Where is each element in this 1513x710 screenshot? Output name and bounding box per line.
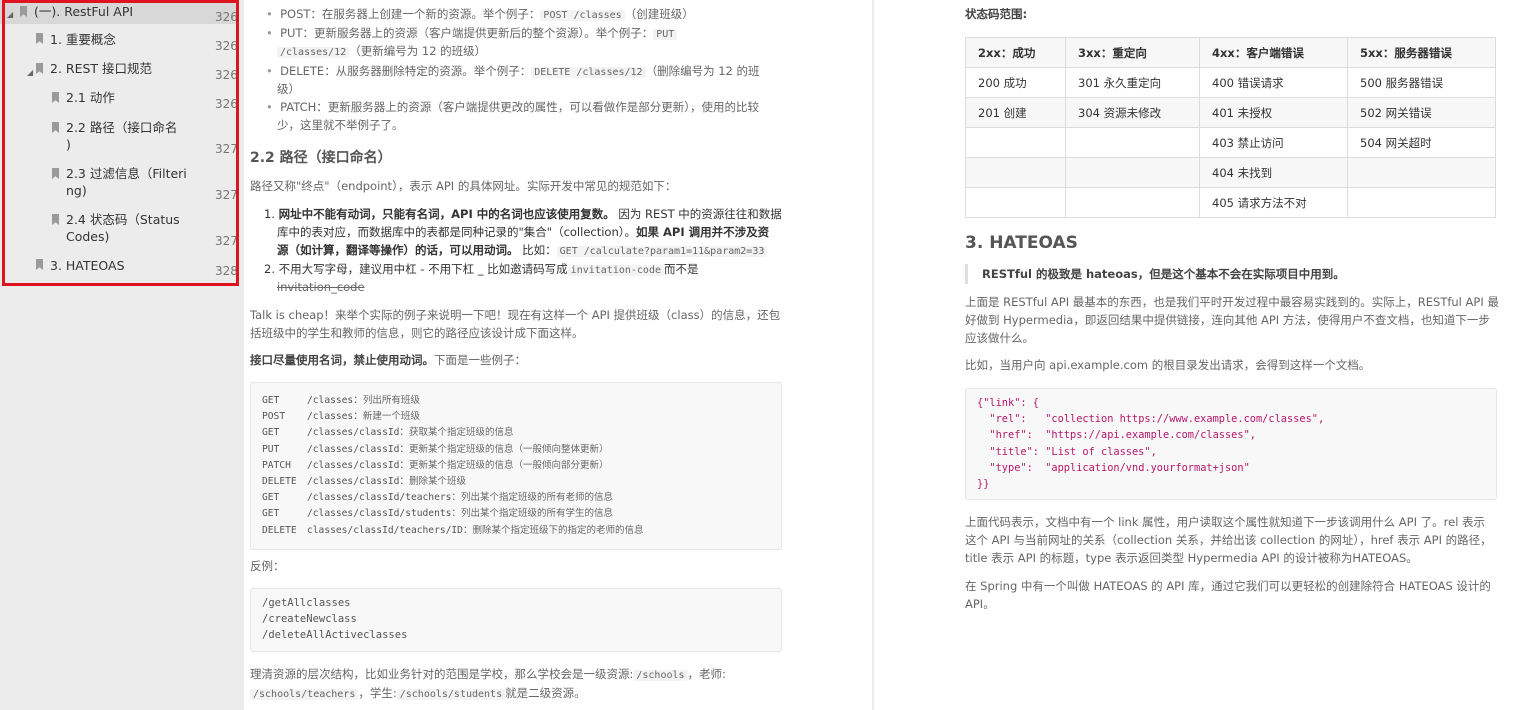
- noun-paragraph: 接口尽量使用名词，禁止使用动词。下面是一些例子：: [250, 353, 526, 367]
- rule-1: 1. 网址中不能有动词，只能有名词，API 中的名词也应该使用复数。 因为 RE…: [264, 207, 782, 221]
- table-header-cell: 4xx：客户端错误: [1199, 37, 1348, 68]
- json-line: "title": "List of classes",: [977, 445, 1157, 458]
- talk-paragraph-cont: 括班级中的学生和教师的信息，则它的路径应该设计成下面这样。: [250, 326, 584, 340]
- table-cell: [965, 127, 1066, 158]
- json-line: }}: [977, 478, 990, 490]
- table-row: 201 创建 304 资源未修改 401 未授权 502 网关错误: [965, 97, 1496, 128]
- table-cell: 301 永久重定向: [1065, 67, 1200, 98]
- bullet-patch-cont: 少，这里就不举例子了。: [277, 118, 404, 132]
- code-line: /getAllclasses: [262, 597, 351, 609]
- table-cell: 502 网关错误: [1347, 97, 1496, 128]
- path-intro: 路径又称"终点"（endpoint），表示 API 的具体网址。实际开发中常见的…: [250, 179, 677, 193]
- table-cell: [1065, 157, 1200, 188]
- table-header-cell: 5xx：服务器错误: [1347, 37, 1496, 68]
- paragraph-4-line2: API。: [965, 597, 995, 611]
- json-line: "type": "application/vnd.yourformat+json…: [977, 461, 1250, 474]
- json-line: {"link": {: [977, 397, 1040, 409]
- code-line: POST/classes：新建一个班级: [262, 411, 420, 423]
- table-cell: 404 未找到: [1199, 157, 1348, 188]
- hierarchy-paragraph: 理清资源的层次结构，比如业务针对的范围是学校，那么学校会是一级资源:/schoo…: [250, 667, 726, 681]
- code-line: /deleteAllActiveclasses: [262, 629, 408, 641]
- table-cell: 504 网关超时: [1347, 127, 1496, 158]
- table-cell: 401 未授权: [1199, 97, 1348, 128]
- rule-1-line3: 源（如计算，翻译等操作）的话，可以用动词。 比如： GET /calculate?…: [277, 241, 768, 261]
- table-header-cell: 3xx：重定向: [1065, 37, 1200, 68]
- bullet-put-cont: /classes/12 （更新编号为 12 的班级）: [277, 42, 486, 62]
- table-cell: 400 错误请求: [1199, 67, 1348, 98]
- table-row: 403 禁止访问 504 网关超时: [965, 127, 1496, 158]
- code-line: GET/classes/classId：获取某个指定班级的信息: [262, 427, 514, 439]
- paragraph-3-line3: title 表示 API 的标题，type 表示返回类型 Hypermedia …: [965, 551, 1418, 565]
- code-block-json[interactable]: {"link": { "rel": "collection https://ww…: [965, 388, 1497, 500]
- paragraph-1-line3: 应该做什么。: [965, 331, 1034, 345]
- table-cell: [1347, 157, 1496, 188]
- bullet-put: • PUT：更新服务器上的资源（客户端提供更新后的整个资源）。举个例子： PUT: [266, 24, 678, 44]
- code-line: PUT/classes/classId：更新某个指定班级的信息（一般倾向整体更新…: [262, 443, 609, 455]
- table-row: 404 未找到: [965, 157, 1496, 188]
- table-header-cell: 2xx：成功: [965, 37, 1066, 68]
- table-cell: 304 资源未修改: [1065, 97, 1200, 128]
- code-block-examples[interactable]: GET/classes：列出所有班级 POST/classes：新建一个班级 GET…: [250, 382, 782, 550]
- paragraph-1-line2: 好做到 Hypermedia，即返回结果中提供链接，连向其他 API 方法，使得…: [965, 313, 1490, 327]
- code-line: GET/classes：列出所有班级: [262, 395, 420, 406]
- quote-text: RESTful 的极致是 hateoas，但是这个基本不会在实际项目中用到。: [982, 267, 1345, 281]
- table-cell: 403 禁止访问: [1199, 127, 1348, 158]
- paragraph-3-line2: 这个 API 与当前网址的关系（collection 关系，并给出该 colle…: [965, 533, 1492, 547]
- counter-label: 反例：: [250, 559, 285, 573]
- table-cell: [965, 187, 1066, 218]
- rule-2: 2. 不用大写字母，建议用中杠 - 不用下杠 _ 比如邀请码写成 invitati…: [264, 262, 699, 276]
- code-line: GET/classes/classId/students：列出某个指定班级的所有…: [262, 508, 614, 520]
- code-line: DELETE/classes/classId：删除某个班级: [262, 476, 467, 487]
- paragraph-1: 上面是 RESTful API 最基本的东西，也是我们平时开发过程中最容易实践到…: [965, 295, 1499, 309]
- status-range-title: 状态码范围:: [965, 7, 1028, 21]
- heading-hateoas: 3. HATEOAS: [965, 233, 1078, 253]
- table-row: 200 成功 301 永久重定向 400 错误请求 500 服务器错误: [965, 67, 1496, 98]
- bullet-delete: • DELETE：从服务器删除特定的资源。举个例子： DELETE /classe…: [266, 64, 760, 78]
- hierarchy-paragraph-cont: /schools/teachers ，学生:/schools/students 就是…: [250, 684, 586, 704]
- document-page-left: • POST：在服务器上创建一个新的资源。举个例子： POST /classes （…: [244, 0, 872, 710]
- talk-paragraph: Talk is cheap！来举个实际的例子来说明一下吧！现在有这样一个 API…: [250, 308, 781, 322]
- table-cell: 500 服务器错误: [1347, 67, 1496, 98]
- table-cell: 405 请求方法不对: [1199, 187, 1348, 218]
- code-block-counter[interactable]: /getAllclasses/createNewclass/deleteAllA…: [250, 588, 782, 652]
- json-line: "rel": "collection https://www.example.c…: [977, 413, 1325, 426]
- bullet-delete-cont: 级）: [277, 82, 300, 96]
- status-code-table: 2xx：成功 3xx：重定向 4xx：客户端错误 5xx：服务器错误 200 成…: [965, 37, 1496, 218]
- table-cell: [1065, 187, 1200, 218]
- table-cell: 200 成功: [965, 67, 1066, 98]
- table-cell: [965, 157, 1066, 188]
- table-cell: [1347, 187, 1496, 218]
- table-cell: [1065, 127, 1200, 158]
- bullet-post: • POST：在服务器上创建一个新的资源。举个例子： POST /classes （…: [266, 7, 694, 21]
- paragraph-4: 在 Spring 中有一个叫做 HATEOAS 的 API 库，通过它我们可以更…: [965, 579, 1491, 593]
- code-line: PATCH/classes/classId：更新某个指定班级的信息（一般倾向部分…: [262, 459, 609, 471]
- document-page-right: 状态码范围: 2xx：成功 3xx：重定向 4xx：客户端错误 5xx：服务器错…: [874, 0, 1513, 710]
- table-row: 405 请求方法不对: [965, 187, 1496, 218]
- highlight-frame: [2, 0, 239, 286]
- outline-sidebar: ◢ (一). RestFul API 326 1. 重要概念 326 ◢ 2. …: [0, 0, 244, 710]
- paragraph-2: 比如，当用户向 api.example.com 的根目录发出请求，会得到这样一个…: [965, 358, 1371, 372]
- bullet-patch: • PATCH：更新服务器上的资源（客户端提供更改的属性，可以看做作是部分更新）…: [266, 100, 760, 114]
- table-header-row: 2xx：成功 3xx：重定向 4xx：客户端错误 5xx：服务器错误: [965, 37, 1496, 68]
- table-cell: 201 创建: [965, 97, 1066, 128]
- rule-1-line2: 库中的表对应，而数据库中的表都是同种记录的"集合"（collection）。如果…: [277, 225, 770, 239]
- code-line: DELETE classes/classId/teachers/ID：删除某个指定…: [262, 524, 644, 536]
- json-line: "href": "https://api.example.com/classes…: [977, 429, 1256, 442]
- rule-2-line2: invitation_code: [277, 280, 365, 294]
- paragraph-3: 上面代码表示，文档中有一个 link 属性，用户读取这个属性就知道下一步该调用什…: [965, 515, 1486, 529]
- blockquote: RESTful 的极致是 hateoas，但是这个基本不会在实际项目中用到。: [965, 264, 1498, 284]
- heading-path: 2.2 路径（接口命名）: [250, 150, 392, 166]
- code-line: /createNewclass: [262, 613, 357, 625]
- code-line: GET/classes/classId/teachers：列出某个指定班级的所有…: [262, 492, 614, 504]
